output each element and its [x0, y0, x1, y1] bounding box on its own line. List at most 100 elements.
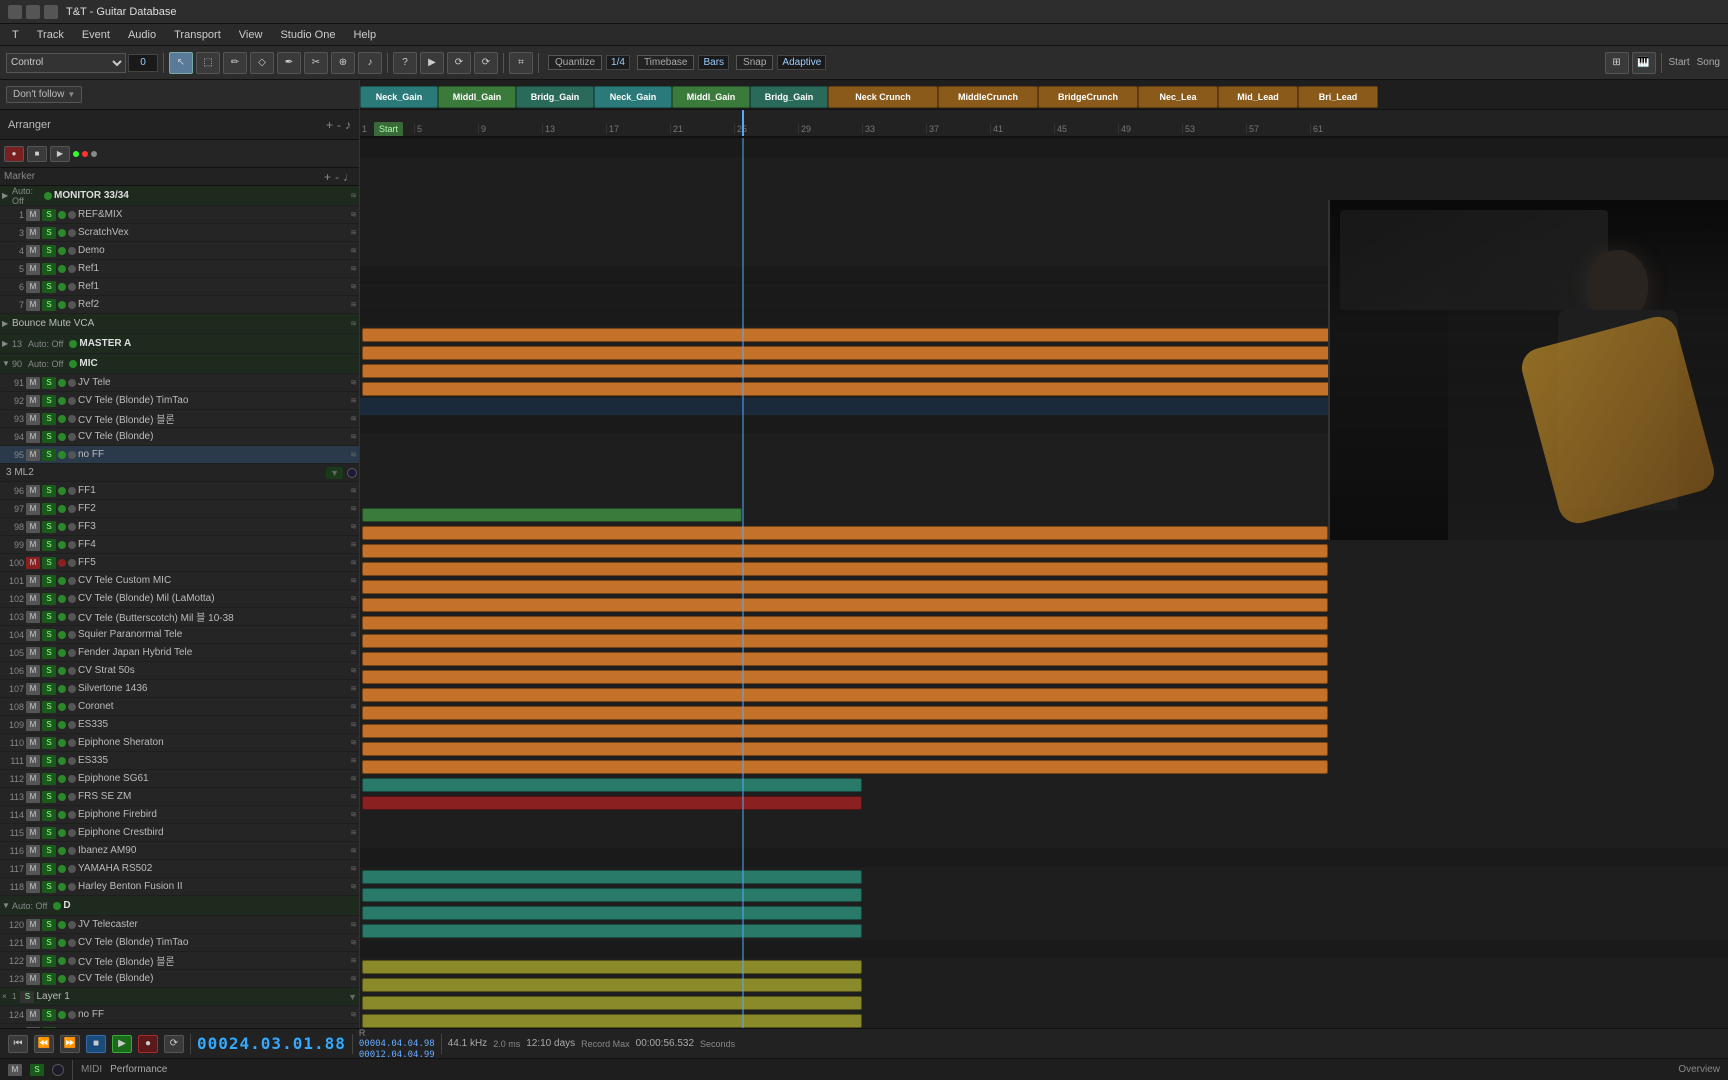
track-row-115[interactable]: 115 M S Epiphone Crestbird ≋	[0, 824, 359, 842]
track-group-master[interactable]: ▶ 13 Auto: Off MASTER A	[0, 334, 359, 354]
track-row-117[interactable]: 117 M S YAMAHA RS502 ≋	[0, 860, 359, 878]
marker-remove-btn[interactable]: -	[335, 170, 339, 184]
clip-102[interactable]	[362, 544, 1328, 558]
stop-btn[interactable]: ■	[27, 146, 47, 162]
clip-123[interactable]	[362, 924, 862, 938]
track-row-96[interactable]: 96 M S FF1 ≋	[0, 482, 359, 500]
track-row-105[interactable]: 105 M S Fender Japan Hybrid Tele ≋	[0, 644, 359, 662]
piano-btn[interactable]: 🎹	[1632, 52, 1656, 74]
track-row-104[interactable]: 104 M S Squier Paranormal Tele ≋	[0, 626, 359, 644]
content-row-125[interactable]	[360, 976, 1728, 994]
content-row-1[interactable]	[360, 158, 1728, 176]
loop-transport-btn[interactable]: ⟳	[164, 1035, 184, 1053]
track-row-122[interactable]: 122 M S CV Tele (Blonde) 블론 ≋	[0, 952, 359, 970]
track-row-92[interactable]: 92 M S CV Tele (Blonde) TimTao ≋	[0, 392, 359, 410]
midi-status[interactable]: MIDI	[81, 1064, 102, 1075]
content-row-111[interactable]	[360, 704, 1728, 722]
clip-120[interactable]	[362, 870, 862, 884]
split-tool-btn[interactable]: ✂	[304, 52, 328, 74]
track-group-mic[interactable]: ▼ 90 Auto: Off MIC	[0, 354, 359, 374]
loop-btn[interactable]: ⟳	[447, 52, 471, 74]
grid-btn[interactable]: ⌗	[509, 52, 533, 74]
content-row-104[interactable]	[360, 578, 1728, 596]
track-row-6[interactable]: 6 M S Ref1 ≋	[0, 278, 359, 296]
track-row-5[interactable]: 5 M S Ref1 ≋	[0, 260, 359, 278]
arranger-remove-btn[interactable]: -	[337, 118, 341, 132]
dont-follow-dropdown[interactable]: Don't follow ▼	[6, 86, 82, 103]
pointer-tool-btn[interactable]: ↖	[169, 52, 193, 74]
segment-middl-gain-1[interactable]: Middl_Gain	[438, 86, 516, 108]
pencil-tool-btn[interactable]: ✏	[223, 52, 247, 74]
start-label[interactable]: Start	[1669, 57, 1690, 68]
content-row-121[interactable]	[360, 886, 1728, 904]
clip-115[interactable]	[362, 778, 862, 792]
control-select[interactable]: Control	[6, 53, 126, 73]
clip-111[interactable]	[362, 706, 1328, 720]
content-row-122[interactable]	[360, 904, 1728, 922]
content-row-3[interactable]	[360, 176, 1728, 194]
marker-note-btn[interactable]: ♩	[343, 170, 355, 184]
track-row-93[interactable]: 93 M S CV Tele (Blonde) 블론 ≋	[0, 410, 359, 428]
track-row-99[interactable]: 99 M S FF4 ≋	[0, 536, 359, 554]
segment-middl-gain-2[interactable]: Middl_Gain	[672, 86, 750, 108]
menu-item-event[interactable]: Event	[74, 27, 118, 43]
track-layer-1[interactable]: × 1 S Layer 1 ▼	[0, 988, 359, 1006]
track-row-121[interactable]: 121 M S CV Tele (Blonde) TimTao ≋	[0, 934, 359, 952]
track-7-solo[interactable]: S	[42, 299, 56, 311]
track-row-102[interactable]: 102 M S CV Tele (Blonde) Mil (LaMotta) ≋	[0, 590, 359, 608]
content-row-120[interactable]	[360, 868, 1728, 886]
listen-tool-btn[interactable]: ♪	[358, 52, 382, 74]
clip-124[interactable]	[362, 960, 862, 974]
go-to-start-btn[interactable]: ⏮	[8, 1035, 28, 1053]
track-group-bounce[interactable]: ▶ Bounce Mute VCA ≋	[0, 314, 359, 334]
status-s-btn[interactable]: S	[30, 1064, 44, 1076]
track-row-107[interactable]: 107 M S Silvertone 1436 ≋	[0, 680, 359, 698]
marker-add-btn[interactable]: +	[324, 170, 331, 184]
track-row-118[interactable]: 118 M S Harley Benton Fusion II ≋	[0, 878, 359, 896]
menu-item-track[interactable]: Track	[29, 27, 72, 43]
content-row-110[interactable]	[360, 686, 1728, 704]
mute-tool-btn[interactable]: ⊕	[331, 52, 355, 74]
help-btn[interactable]: ?	[393, 52, 417, 74]
segment-neck-crunch[interactable]: Neck Crunch	[828, 86, 938, 108]
track-row-113[interactable]: 113 M S FRS SE ZM ≋	[0, 788, 359, 806]
content-row-117[interactable]	[360, 812, 1728, 830]
fast-forward-btn[interactable]: ⏩	[60, 1035, 80, 1053]
clip-114[interactable]	[362, 760, 1328, 774]
quantize-value[interactable]: 1/4	[606, 55, 630, 70]
clip-108[interactable]	[362, 652, 1328, 666]
segment-nec-lead[interactable]: Nec_Lea	[1138, 86, 1218, 108]
track-4-solo[interactable]: S	[42, 245, 56, 257]
track-4-mute[interactable]: M	[26, 245, 40, 257]
segment-bridg-gain-1[interactable]: Bridg_Gain	[516, 86, 594, 108]
track-row-4[interactable]: 4 M S Demo ≋	[0, 242, 359, 260]
content-row-109[interactable]	[360, 668, 1728, 686]
track-row-101[interactable]: 101 M S CV Tele Custom MIC ≋	[0, 572, 359, 590]
track-row-3[interactable]: 3 M S ScratchVex ≋	[0, 224, 359, 242]
arranger-add-btn[interactable]: +	[326, 118, 333, 132]
segment-neck-gain-1[interactable]: Neck_Gain	[360, 86, 438, 108]
menu-item-audio[interactable]: Audio	[120, 27, 164, 43]
paint-tool-btn[interactable]: ✒	[277, 52, 301, 74]
track-5-solo[interactable]: S	[42, 263, 56, 275]
start-marker[interactable]: Start	[374, 122, 403, 136]
track-row-124[interactable]: 124 M S no FF ≋	[0, 1006, 359, 1024]
track-row-100[interactable]: 100 M S FF5 ≋	[0, 554, 359, 572]
clip-112[interactable]	[362, 724, 1328, 738]
track-3-solo[interactable]: S	[42, 227, 56, 239]
clip-103[interactable]	[362, 562, 1328, 576]
control-num-input[interactable]	[128, 54, 158, 72]
clip-105[interactable]	[362, 598, 1328, 612]
erase-tool-btn[interactable]: ◇	[250, 52, 274, 74]
menu-item-transport[interactable]: Transport	[166, 27, 229, 43]
status-dot-btn[interactable]	[52, 1064, 64, 1076]
clip-106[interactable]	[362, 616, 1328, 630]
content-row-115[interactable]	[360, 776, 1728, 794]
metronome-btn[interactable]: ⟳	[474, 52, 498, 74]
track-row-instrument[interactable]: 3 ML2 ▼	[0, 464, 359, 482]
clip-100[interactable]	[362, 508, 742, 522]
clip-122[interactable]	[362, 906, 862, 920]
play-btn[interactable]: ▶	[420, 52, 444, 74]
timebase-value[interactable]: Bars	[698, 55, 729, 70]
clip-101[interactable]	[362, 526, 1328, 540]
